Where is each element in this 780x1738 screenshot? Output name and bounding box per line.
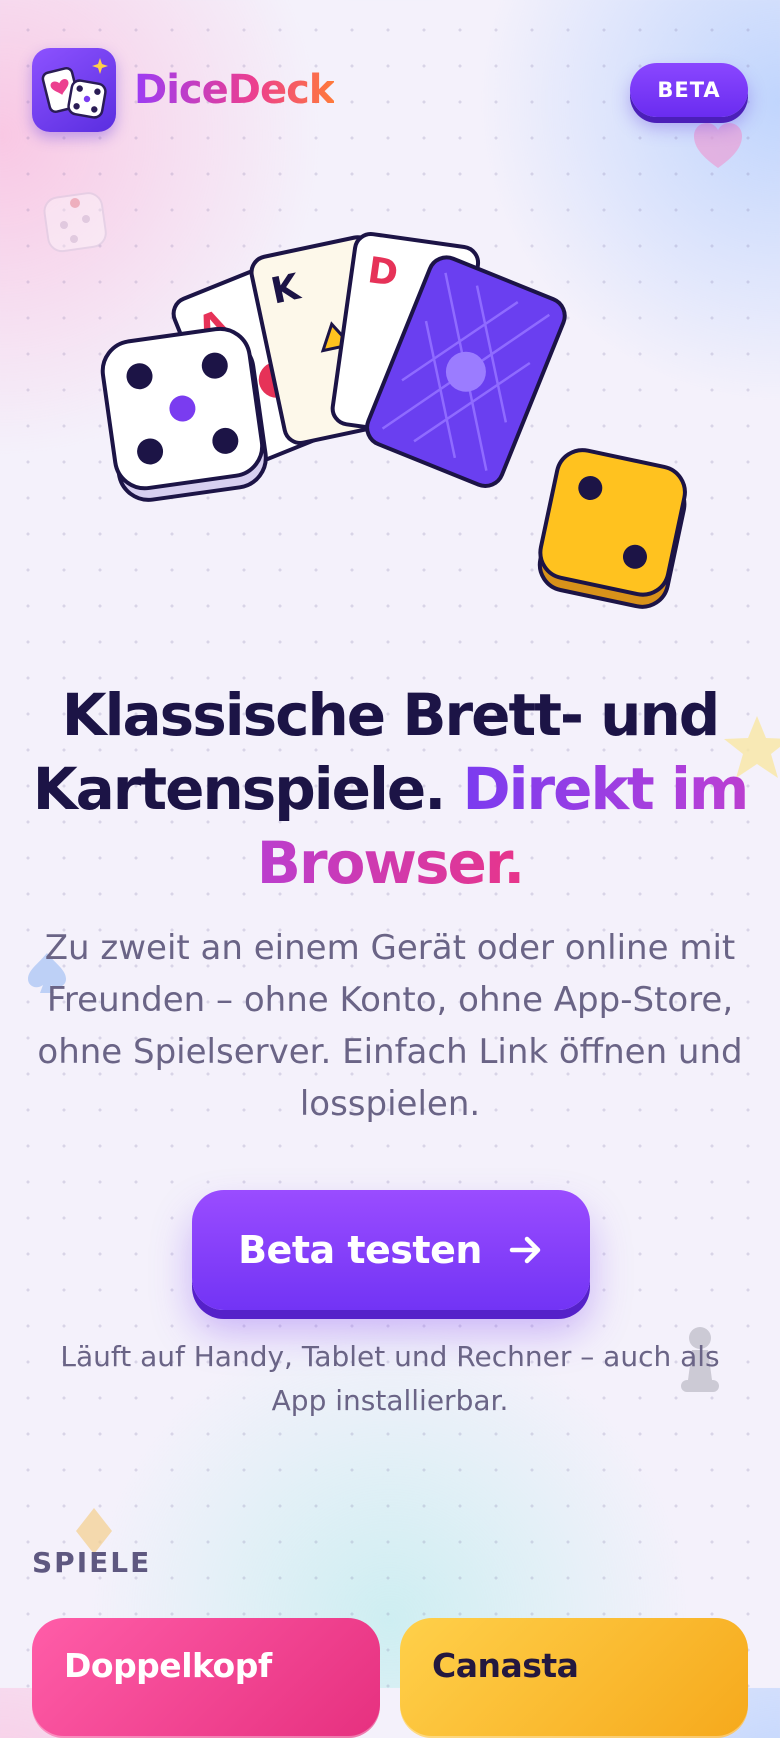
app-logo[interactable] (32, 48, 116, 132)
beta-test-button[interactable]: Beta testen (192, 1190, 590, 1310)
games-section-label: SPIELE (32, 1546, 152, 1579)
hero-headline: Klassische Brett- und Kartenspiele. Dire… (20, 678, 760, 900)
dice-cards-logo-icon (41, 58, 108, 119)
brand-name[interactable]: DiceDeck (134, 62, 335, 118)
game-title: Canasta (432, 1646, 579, 1685)
game-card-doppelkopf[interactable]: Doppelkopf (32, 1618, 380, 1738)
game-card-canasta[interactable]: Canasta (400, 1618, 748, 1738)
game-title: Doppelkopf (64, 1646, 272, 1685)
yellow-die (537, 448, 687, 609)
arrow-right-icon (509, 1236, 541, 1264)
heart-icon (694, 123, 742, 168)
beta-badge: BETA (630, 63, 748, 117)
white-die (100, 326, 268, 502)
cta-label: Beta testen (238, 1228, 482, 1272)
platform-note: Läuft auf Handy, Tablet und Rechner – au… (60, 1340, 720, 1417)
hero-illustration: A K D (100, 232, 687, 609)
hero-subtitle: Zu zweit an einem Gerät oder online mit … (37, 928, 743, 1124)
card-d-rank: D (365, 250, 400, 295)
